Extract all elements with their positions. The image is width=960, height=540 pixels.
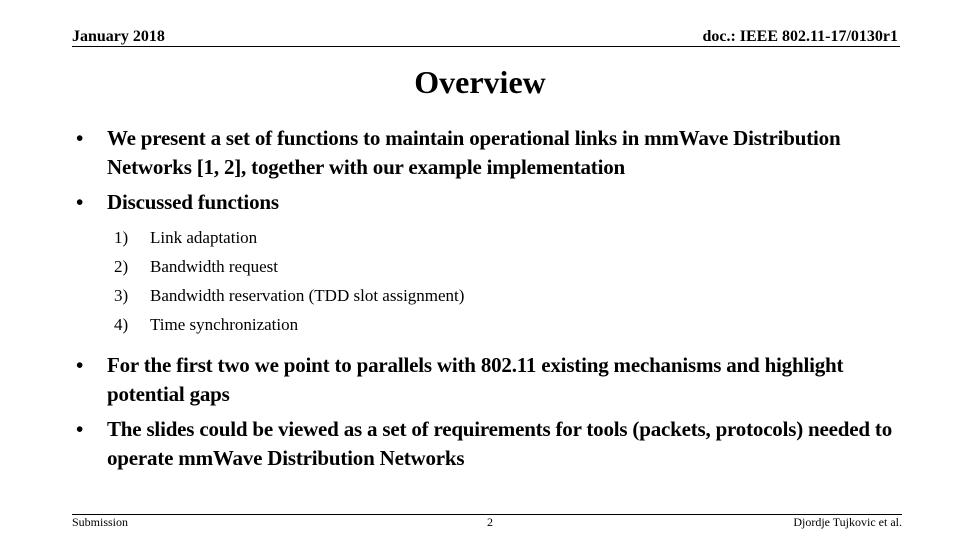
function-number: 1)	[114, 228, 129, 247]
footer-submission: Submission	[72, 515, 129, 529]
bullet-text: The slides could be viewed as a set of r…	[107, 417, 893, 470]
slide-body: • We present a set of functions to maint…	[72, 124, 900, 479]
function-text: Time synchronization	[150, 315, 299, 334]
function-item: 2) Bandwidth request	[72, 252, 900, 281]
functions-list: 1) Link adaptation 2) Bandwidth request …	[72, 223, 900, 339]
header-divider	[72, 46, 900, 47]
function-text: Bandwidth reservation (TDD slot assignme…	[150, 286, 465, 305]
bullet-text: We present a set of functions to maintai…	[107, 126, 841, 179]
bullet-icon: •	[76, 353, 84, 377]
function-number: 4)	[114, 315, 129, 334]
header-date: January 2018	[72, 28, 165, 45]
function-item: 3) Bandwidth reservation (TDD slot assig…	[72, 281, 900, 310]
bullet-item: • Discussed functions	[72, 188, 900, 217]
bullet-item: • The slides could be viewed as a set of…	[72, 415, 900, 473]
function-number: 3)	[114, 286, 129, 305]
bullet-text: For the first two we point to parallels …	[107, 353, 844, 406]
function-item: 4) Time synchronization	[72, 310, 900, 339]
bullet-item: • We present a set of functions to maint…	[72, 124, 900, 182]
header-doc-id: doc.: IEEE 802.11-17/0130r1	[702, 28, 898, 45]
footer-author: Djordje Tujkovic et al.	[793, 515, 902, 529]
bullet-icon: •	[76, 417, 84, 441]
function-text: Link adaptation	[150, 228, 258, 247]
slide-title: Overview	[414, 64, 546, 100]
footer-page-number: 2	[487, 515, 493, 529]
bullet-icon: •	[76, 126, 84, 150]
function-number: 2)	[114, 257, 129, 276]
bullet-text: Discussed functions	[107, 190, 279, 214]
bullet-item: • For the first two we point to parallel…	[72, 351, 900, 409]
bullet-icon: •	[76, 190, 84, 214]
function-item: 1) Link adaptation	[72, 223, 900, 252]
function-text: Bandwidth request	[150, 257, 278, 276]
